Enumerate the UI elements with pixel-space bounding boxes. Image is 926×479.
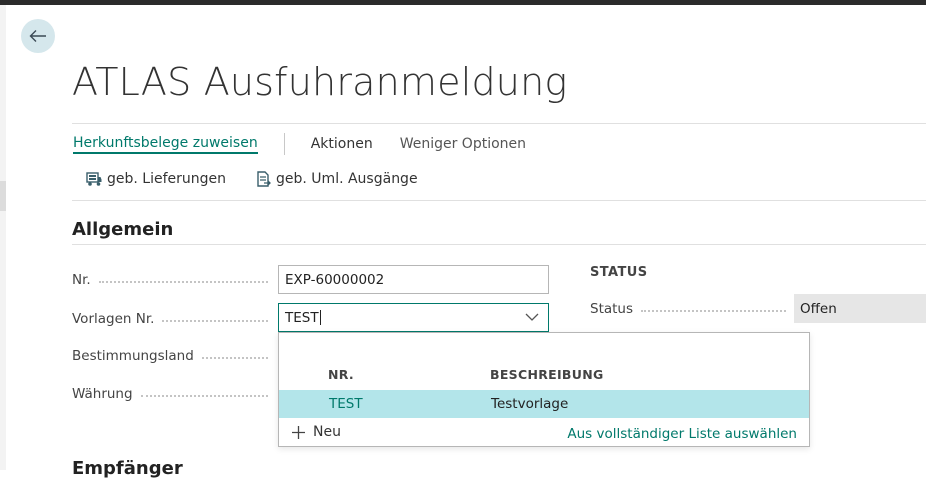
column-header-description: BESCHREIBUNG <box>490 367 604 382</box>
transfer-document-icon <box>257 171 271 187</box>
currency-label: Währung <box>72 386 268 402</box>
chevron-down-icon[interactable] <box>525 312 539 322</box>
nr-label: Nr. <box>72 272 268 288</box>
template-lookup-dropdown: NR. BESCHREIBUNG TEST Testvorlage Neu Au… <box>278 332 810 447</box>
posted-shipments-button[interactable]: geb. Lieferungen <box>86 171 226 187</box>
posted-transfer-shipments-button[interactable]: geb. Uml. Ausgänge <box>256 171 418 187</box>
back-button[interactable] <box>21 19 55 53</box>
actions-menu-button[interactable]: Aktionen <box>311 136 373 152</box>
lookup-row[interactable]: TEST Testvorlage <box>279 390 809 418</box>
assign-source-documents-button[interactable]: Herkunftsbelege zuweisen <box>73 135 258 154</box>
posted-shipments-label: geb. Lieferungen <box>107 171 227 187</box>
section-title-general: Allgemein <box>72 219 174 240</box>
posted-transfer-shipments-label: geb. Uml. Ausgänge <box>276 171 418 187</box>
status-group-heading: STATUS <box>590 265 648 280</box>
lookup-row-description: Testvorlage <box>491 396 569 412</box>
status-label: Status <box>590 301 786 317</box>
action-divider <box>283 133 285 155</box>
nr-input[interactable]: EXP-60000002 <box>278 265 549 294</box>
arrow-left-icon <box>29 30 46 42</box>
section-divider <box>72 244 926 245</box>
text-caret <box>319 310 321 325</box>
divider <box>72 200 926 201</box>
window-top-bar <box>0 0 926 5</box>
page-title: ATLAS Ausfuhranmeldung <box>72 60 568 104</box>
truck-document-icon <box>86 171 102 186</box>
section-title-recipient: Empfänger <box>72 458 183 479</box>
column-header-nr: NR. <box>328 367 354 382</box>
plus-icon <box>292 425 305 439</box>
action-bar: Herkunftsbelege zuweisen Aktionen Wenige… <box>73 132 526 156</box>
template-nr-label: Vorlagen Nr. <box>72 311 268 327</box>
lookup-row-nr: TEST <box>329 396 363 412</box>
fewer-options-button[interactable]: Weniger Optionen <box>400 136 526 152</box>
background-page-strip <box>0 5 6 470</box>
status-value: Offen <box>794 294 926 323</box>
destination-country-label: Bestimmungsland <box>72 348 268 364</box>
lookup-footer: Neu Aus vollständiger Liste auswählen <box>279 419 809 447</box>
sub-action-bar: geb. Lieferungen geb. Uml. Ausgänge <box>86 171 418 187</box>
new-button[interactable]: Neu <box>291 424 341 440</box>
divider <box>72 123 926 124</box>
template-nr-input[interactable]: TEST <box>278 303 549 332</box>
new-button-label: Neu <box>313 424 341 440</box>
select-from-full-list-link[interactable]: Aus vollständiger Liste auswählen <box>567 426 797 442</box>
